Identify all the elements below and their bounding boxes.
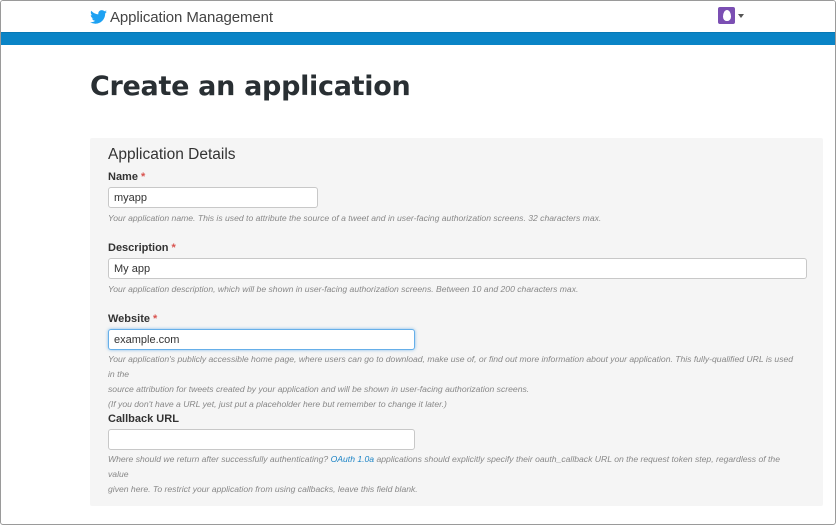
brand-link[interactable]: Application Management [90,7,273,27]
page-title: Create an application [90,71,411,102]
name-help-text: Your application name. This is used to a… [108,213,602,223]
top-navbar: Application Management [1,1,835,32]
description-help-text: Your application description, which will… [108,284,579,294]
header-accent-bar [1,32,835,45]
chevron-down-icon [738,13,744,18]
website-label: Website * [108,313,158,325]
application-details-panel: Application Details Name * myapp Your app… [90,138,823,506]
section-title: Application Details [108,146,236,163]
browser-frame: Application Management Create an applica… [0,0,836,525]
description-input[interactable]: My app [108,258,807,279]
website-input[interactable]: example.com [108,329,415,350]
required-marker: * [140,171,146,183]
name-input[interactable]: myapp [108,187,318,208]
callback-url-label: Callback URL [108,413,179,425]
callback-help-text: Where should we return after successfull… [108,454,780,494]
twitter-bird-icon [90,10,107,24]
account-menu[interactable] [718,7,744,24]
oauth-link[interactable]: OAuth 1.0a [331,454,374,464]
app-management-title: Application Management [110,8,273,26]
description-label: Description * [108,242,176,254]
required-marker: * [152,313,158,325]
required-marker: * [171,242,176,254]
callback-url-input[interactable] [108,429,415,450]
name-label: Name * [108,171,146,183]
website-help-text: Your application's publicly accessible h… [108,354,794,409]
egg-avatar-icon [718,7,735,24]
